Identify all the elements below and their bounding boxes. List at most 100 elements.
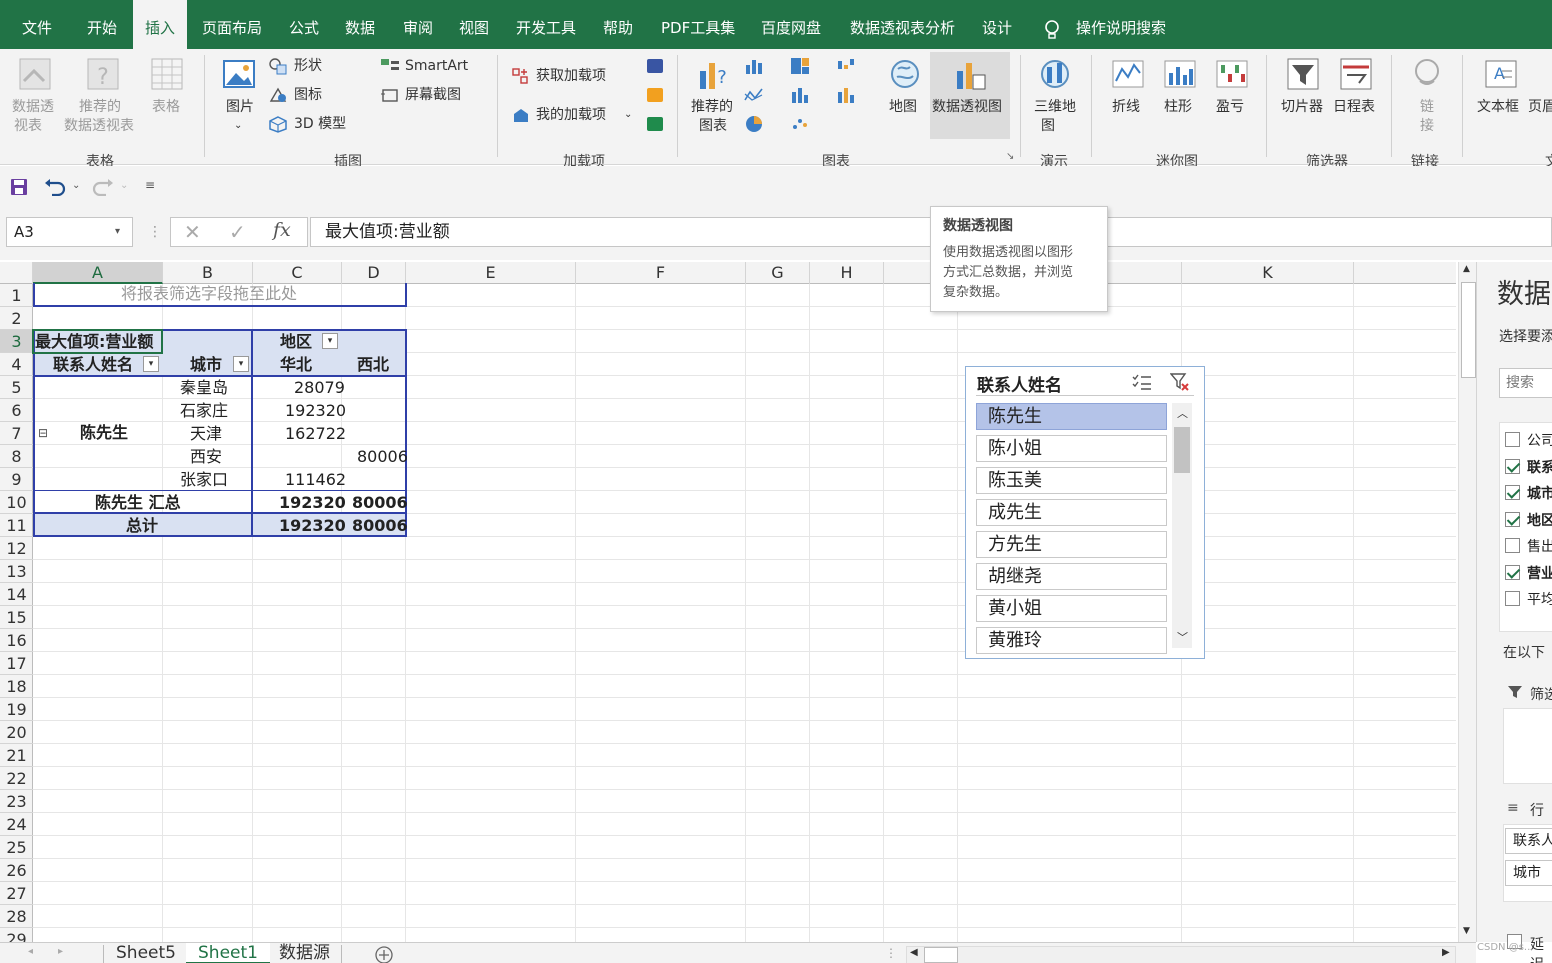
name-box[interactable]: A3	[6, 217, 133, 247]
cancel-icon[interactable]: ✕	[184, 220, 201, 244]
tab-insert[interactable]: 插入	[133, 0, 187, 49]
row-header[interactable]: 14	[0, 583, 33, 606]
field-label[interactable]: 售出	[1527, 536, 1552, 556]
vertical-scrollbar[interactable]: ▲ ▼	[1458, 262, 1478, 942]
collapse-group-icon[interactable]: ⊟	[38, 422, 48, 444]
scatter-chart-icon[interactable]	[790, 115, 810, 133]
horizontal-scroll-thumb[interactable]	[924, 947, 958, 963]
get-addins-icon[interactable]	[511, 67, 531, 85]
redo-dropdown-icon[interactable]: ⌄	[120, 180, 128, 191]
row-header[interactable]: 22	[0, 767, 33, 790]
row-header[interactable]: 23	[0, 790, 33, 813]
name-box-dropdown-icon[interactable]: ▾	[115, 226, 120, 237]
sparkline-winloss-icon[interactable]	[1215, 57, 1249, 91]
row-header[interactable]: 16	[0, 629, 33, 652]
row-header[interactable]: 15	[0, 606, 33, 629]
tab-file[interactable]: 文件	[22, 0, 52, 49]
line-chart-icon[interactable]	[744, 86, 764, 104]
rows-area-item[interactable]: 城市	[1505, 860, 1552, 886]
people-graph-icon[interactable]	[645, 115, 665, 133]
row-header[interactable]: 7	[0, 422, 33, 445]
sparkline-column-icon[interactable]	[1163, 57, 1197, 91]
pie-chart-icon[interactable]	[744, 115, 764, 133]
pivot-value-field[interactable]: 最大值项:营业额	[35, 331, 153, 353]
tab-pivot-analyze[interactable]: 数据透视表分析	[850, 0, 955, 49]
bing-icon[interactable]	[645, 86, 665, 104]
tab-developer[interactable]: 开发工具	[516, 0, 576, 49]
column-chart-icon[interactable]	[744, 57, 764, 75]
row-header[interactable]: 11	[0, 514, 33, 537]
tab-design[interactable]: 设计	[982, 0, 1012, 49]
sparkline-line-icon[interactable]	[1111, 57, 1145, 91]
slicer-item[interactable]: 黄小姐	[976, 595, 1167, 622]
tab-formulas[interactable]: 公式	[289, 0, 319, 49]
tab-page-layout[interactable]: 页面布局	[202, 0, 262, 49]
column-header[interactable]: C	[253, 262, 342, 284]
row-header[interactable]: 3	[0, 330, 33, 353]
undo-dropdown-icon[interactable]: ⌄	[72, 180, 80, 191]
filter-area-box[interactable]	[1503, 708, 1552, 784]
slicer-item[interactable]: 陈玉美	[976, 467, 1167, 494]
field-label[interactable]: 地区	[1527, 510, 1552, 530]
scroll-right-icon[interactable]: ▶	[1442, 947, 1450, 958]
screenshot-icon[interactable]	[380, 86, 400, 104]
scroll-up-icon[interactable]: ▲	[1463, 264, 1470, 274]
redo-icon[interactable]	[92, 178, 114, 196]
clear-filter-icon[interactable]	[1170, 372, 1190, 392]
tab-pdf-tools[interactable]: PDF工具集	[661, 0, 735, 49]
row-header[interactable]: 25	[0, 836, 33, 859]
prev-sheet-icon[interactable]: ◂	[28, 946, 33, 957]
field-checkbox[interactable]	[1505, 564, 1520, 580]
tab-baidu-netdisk[interactable]: 百度网盘	[761, 0, 821, 49]
timeline-icon[interactable]	[1339, 57, 1373, 91]
my-addins-label[interactable]: 我的加载项	[536, 107, 606, 123]
row-header[interactable]: 17	[0, 652, 33, 675]
region-filter-dropdown-icon[interactable]: ▾	[322, 333, 338, 349]
slicer-scroll-down-icon[interactable]: ﹀	[1177, 629, 1188, 645]
row-header[interactable]: 20	[0, 721, 33, 744]
shapes-icon[interactable]	[268, 57, 288, 75]
tab-data[interactable]: 数据	[345, 0, 375, 49]
recommended-pivot-icon[interactable]: ?	[86, 57, 120, 91]
field-checkbox[interactable]	[1505, 538, 1520, 553]
row-header[interactable]: 2	[0, 307, 33, 330]
column-header[interactable]: F	[576, 262, 746, 284]
statistic-chart-icon[interactable]	[790, 86, 810, 104]
waterfall-chart-icon[interactable]	[836, 57, 856, 75]
field-checkbox[interactable]	[1505, 485, 1520, 500]
visio-icon[interactable]	[645, 57, 665, 75]
add-sheet-icon[interactable]	[374, 945, 394, 963]
column-header[interactable]: E	[406, 262, 576, 284]
sheet-tab-sheet1[interactable]: Sheet1	[186, 943, 270, 963]
select-all-corner[interactable]	[0, 262, 33, 284]
slicer-scroll-thumb[interactable]	[1174, 427, 1190, 473]
scroll-down-icon[interactable]: ▼	[1463, 926, 1470, 936]
shapes-label[interactable]: 形状	[294, 58, 322, 74]
pivot-filter-area[interactable]	[33, 283, 407, 307]
row-header[interactable]: 19	[0, 698, 33, 721]
pivot-table-icon[interactable]	[18, 57, 52, 91]
tell-me-search[interactable]: 操作说明搜索	[1076, 0, 1166, 49]
insert-function-icon[interactable]: fx	[273, 219, 291, 241]
column-header[interactable]: G	[746, 262, 810, 284]
field-checkbox[interactable]	[1505, 511, 1520, 527]
row-header[interactable]: 26	[0, 859, 33, 882]
row-header[interactable]: 13	[0, 560, 33, 583]
column-header[interactable]: H	[810, 262, 884, 284]
slicer-icon[interactable]	[1286, 57, 1320, 91]
pictures-icon[interactable]	[222, 57, 256, 91]
row-header[interactable]: 6	[0, 399, 33, 422]
pictures-dropdown-icon[interactable]: ⌄	[234, 118, 242, 134]
map-chart-icon[interactable]	[888, 57, 922, 91]
scroll-left-icon[interactable]: ◀	[910, 947, 918, 958]
field-checkbox[interactable]	[1505, 432, 1520, 447]
sheet-tab-sheet5[interactable]: Sheet5	[116, 943, 176, 963]
row-header[interactable]: 18	[0, 675, 33, 698]
field-search-input[interactable]: 搜索	[1499, 368, 1552, 398]
row-header[interactable]: 10	[0, 491, 33, 514]
rows-area-item[interactable]: 联系人	[1505, 828, 1552, 854]
my-addins-icon[interactable]	[511, 106, 531, 124]
tab-split-grip-icon[interactable]: ⋮	[885, 946, 897, 960]
pivot-chart-icon[interactable]	[953, 57, 987, 91]
pivot-row-field-city[interactable]: 城市	[190, 354, 222, 376]
